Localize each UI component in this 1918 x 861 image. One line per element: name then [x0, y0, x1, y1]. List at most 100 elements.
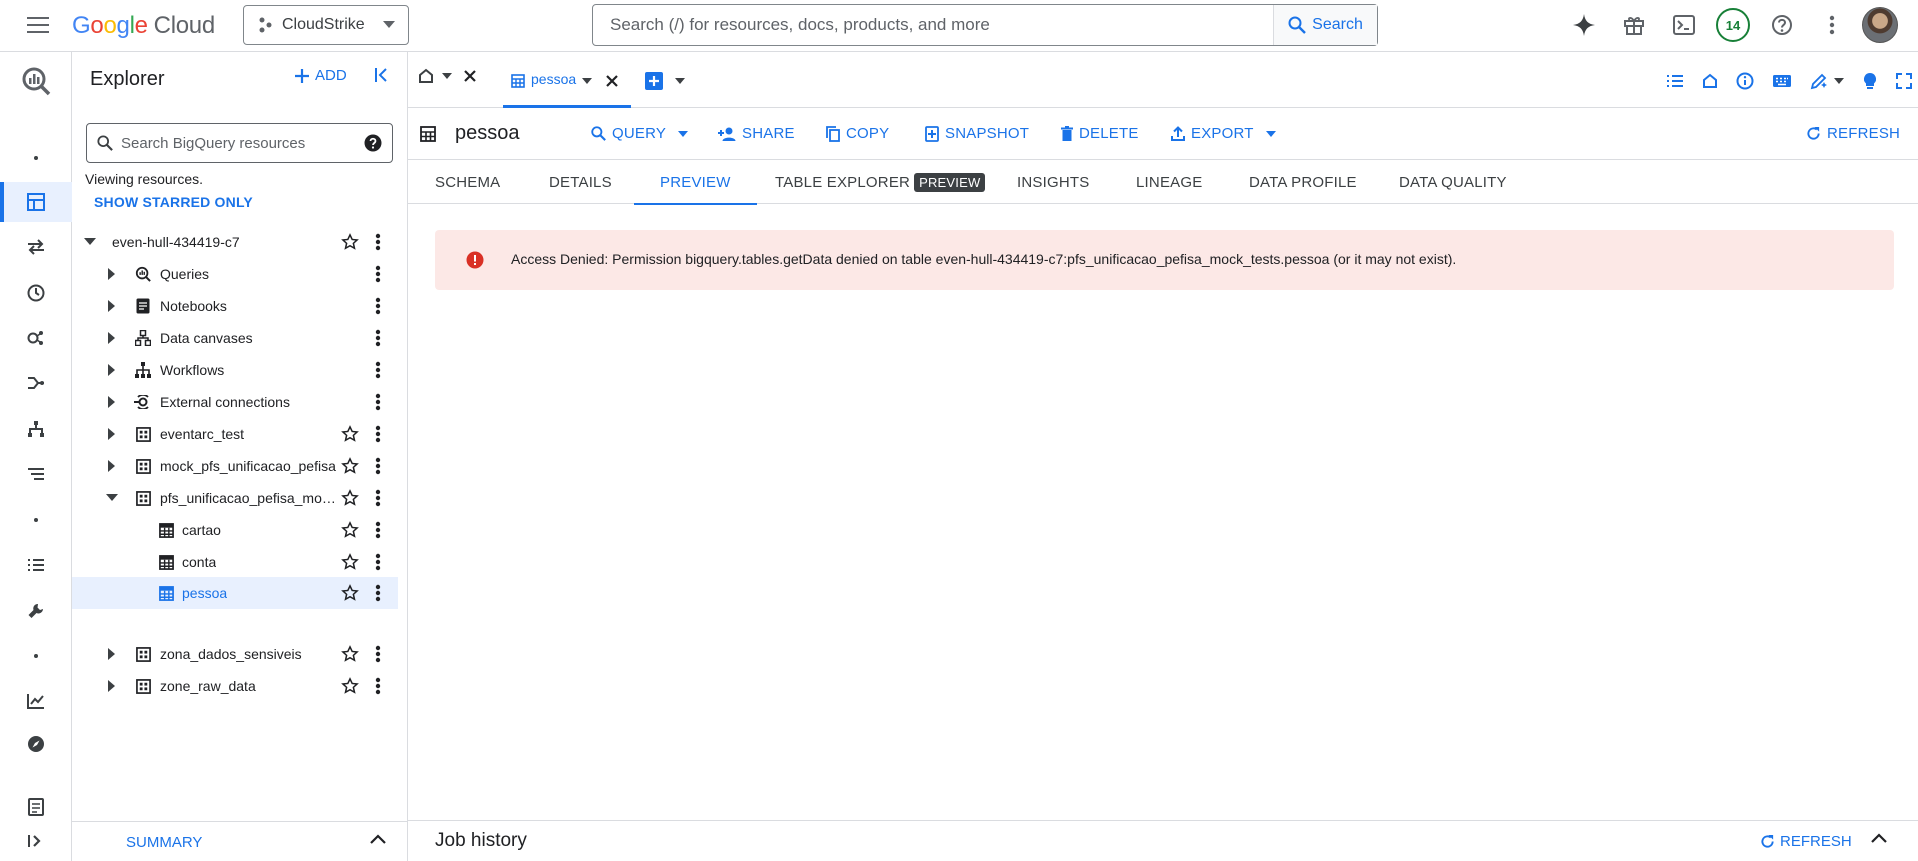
tab-lineage[interactable]: LINEAGE	[1136, 160, 1202, 204]
summary-toggle-label[interactable]: SUMMARY	[126, 834, 202, 851]
gemini-sparkle-icon[interactable]	[1566, 7, 1602, 43]
snapshot-button[interactable]: SNAPSHOT	[925, 125, 1029, 142]
caret-right-icon[interactable]	[104, 330, 120, 346]
tree-item-queries[interactable]: Queries	[72, 258, 398, 290]
tree-item-zona-dados-sensiveis[interactable]: zona_dados_sensiveis	[72, 638, 398, 670]
star-icon[interactable]	[340, 424, 360, 444]
more-vert-icon[interactable]	[368, 676, 388, 696]
caret-down-icon[interactable]	[675, 78, 685, 84]
rail-item-admin[interactable]	[0, 591, 72, 631]
rail-item-dot-1[interactable]	[0, 138, 72, 178]
more-vert-icon[interactable]	[368, 360, 388, 380]
chevron-up-icon[interactable]	[370, 834, 386, 844]
chevron-up-icon[interactable]	[1871, 833, 1887, 843]
delete-button[interactable]: DELETE	[1061, 125, 1139, 142]
rail-item-partition[interactable]	[0, 454, 72, 494]
star-icon[interactable]	[340, 676, 360, 696]
search-button[interactable]: Search	[1273, 5, 1377, 45]
tree-table-pessoa[interactable]: pessoa	[72, 577, 398, 609]
caret-right-icon[interactable]	[104, 362, 120, 378]
fullscreen-icon[interactable]	[1896, 73, 1912, 89]
rail-item-transfers[interactable]	[0, 227, 72, 267]
tree-item-eventarc-test[interactable]: eventarc_test	[72, 418, 398, 450]
tab-insights[interactable]: INSIGHTS	[1017, 160, 1089, 204]
help-icon[interactable]	[364, 134, 382, 152]
star-icon[interactable]	[340, 552, 360, 572]
more-vert-icon[interactable]	[368, 264, 388, 284]
more-vert-icon[interactable]	[368, 424, 388, 444]
more-vert-icon[interactable]	[368, 488, 388, 508]
export-button[interactable]: EXPORT	[1171, 125, 1276, 142]
more-vert-icon[interactable]	[368, 232, 388, 252]
global-search-input[interactable]	[593, 5, 1273, 45]
project-node[interactable]: even-hull-434419-c7	[72, 226, 398, 258]
star-icon[interactable]	[340, 232, 360, 252]
collapse-panel-icon[interactable]	[374, 67, 390, 83]
caret-down-icon[interactable]	[104, 490, 120, 506]
keyboard-icon[interactable]	[1772, 74, 1792, 88]
rail-item-dot-2[interactable]	[0, 500, 72, 540]
rail-item-dot-3[interactable]	[0, 636, 72, 676]
user-avatar[interactable]	[1862, 7, 1898, 43]
notifications-badge[interactable]: 14	[1716, 8, 1750, 42]
star-icon[interactable]	[340, 520, 360, 540]
more-vert-icon[interactable]	[368, 456, 388, 476]
query-button[interactable]: QUERY	[591, 125, 689, 142]
rail-item-workflows[interactable]	[0, 409, 72, 449]
resource-search-input[interactable]	[121, 134, 356, 152]
more-vert-icon[interactable]	[368, 392, 388, 412]
home-icon[interactable]	[1702, 73, 1718, 89]
add-tab-icon[interactable]	[645, 72, 663, 90]
bigquery-logo-icon[interactable]	[0, 59, 72, 103]
google-cloud-logo[interactable]: Google Cloud	[72, 12, 215, 40]
more-vert-icon[interactable]	[368, 520, 388, 540]
add-button[interactable]: ADD	[295, 67, 347, 84]
more-vert-icon[interactable]	[368, 296, 388, 316]
more-vert-icon[interactable]	[368, 644, 388, 664]
caret-right-icon[interactable]	[104, 458, 120, 474]
list-icon[interactable]	[1666, 74, 1684, 88]
close-icon[interactable]	[464, 70, 476, 82]
rail-item-jobs[interactable]	[0, 545, 72, 585]
caret-down-icon[interactable]	[442, 73, 452, 79]
tree-item-notebooks[interactable]: Notebooks	[72, 290, 398, 322]
rail-item-explore[interactable]	[0, 724, 72, 764]
tab-preview[interactable]: PREVIEW	[634, 160, 757, 205]
lightbulb-icon[interactable]	[1862, 72, 1878, 90]
caret-right-icon[interactable]	[104, 426, 120, 442]
more-vert-icon[interactable]	[368, 328, 388, 348]
job-history-refresh-button[interactable]: REFRESH	[1760, 833, 1852, 850]
tree-item-zone-raw-data[interactable]: zone_raw_data	[72, 670, 398, 702]
caret-right-icon[interactable]	[104, 646, 120, 662]
share-button[interactable]: SHARE	[718, 125, 795, 142]
more-vert-icon[interactable]	[368, 552, 388, 572]
help-icon[interactable]	[1764, 7, 1800, 43]
caret-right-icon[interactable]	[104, 394, 120, 410]
caret-down-icon[interactable]	[582, 78, 593, 84]
caret-down-icon[interactable]	[82, 234, 98, 250]
rail-expand-icon[interactable]	[0, 821, 72, 861]
project-picker[interactable]: CloudStrike	[243, 5, 409, 45]
caret-right-icon[interactable]	[104, 678, 120, 694]
tab-pessoa[interactable]: pessoa	[503, 67, 631, 108]
caret-right-icon[interactable]	[104, 266, 120, 282]
more-vert-icon[interactable]	[368, 583, 388, 603]
info-icon[interactable]	[1736, 72, 1754, 90]
copy-button[interactable]: COPY	[826, 125, 889, 142]
star-icon[interactable]	[340, 583, 360, 603]
tree-table-cartao[interactable]: cartao	[72, 514, 398, 546]
tree-item-external-connections[interactable]: External connections	[72, 386, 398, 418]
tree-item-data-canvases[interactable]: Data canvases	[72, 322, 398, 354]
tab-schema[interactable]: SCHEMA	[435, 160, 500, 204]
home-tab[interactable]	[418, 68, 476, 84]
tree-item-workflows[interactable]: Workflows	[72, 354, 398, 386]
close-icon[interactable]	[606, 75, 618, 87]
tab-data-profile[interactable]: DATA PROFILE	[1249, 160, 1357, 204]
rail-item-studio[interactable]	[0, 182, 72, 222]
tab-table-explorer[interactable]: TABLE EXPLORER PREVIEW	[775, 160, 986, 204]
tree-item-pfs-unificacao-pefisa-moc[interactable]: pfs_unificacao_pefisa_moc...	[72, 482, 398, 514]
tab-details[interactable]: DETAILS	[549, 160, 612, 204]
tab-data-quality[interactable]: DATA QUALITY	[1399, 160, 1507, 204]
refresh-button[interactable]: REFRESH	[1806, 125, 1900, 142]
cloud-shell-icon[interactable]	[1666, 7, 1702, 43]
